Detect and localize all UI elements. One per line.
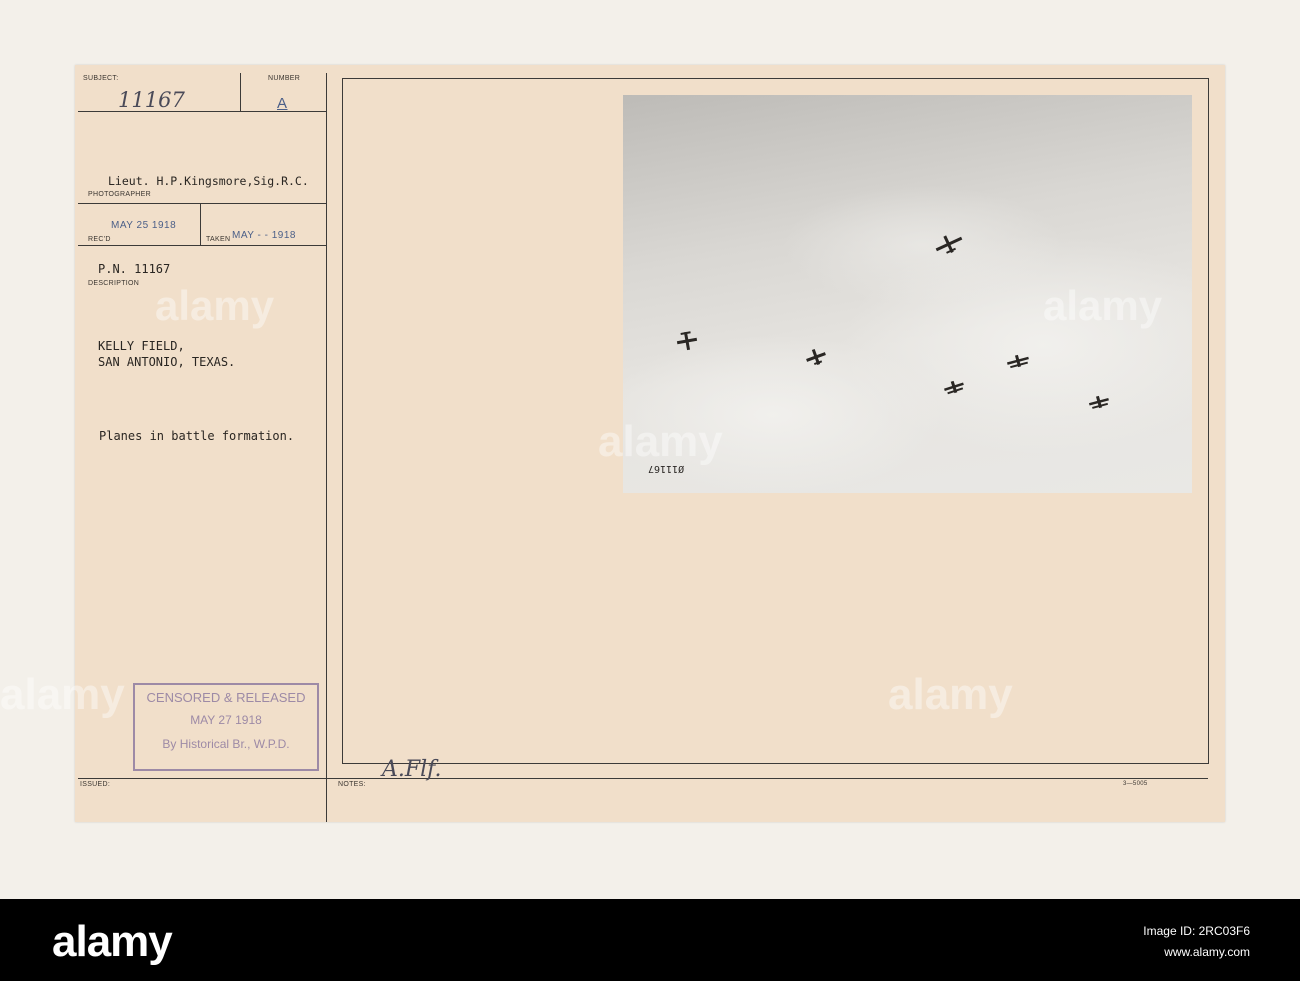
dates-underline <box>78 245 326 246</box>
issued-label: ISSUED: <box>80 781 111 788</box>
watermark: alamy <box>155 282 275 329</box>
censor-stamp: CENSORED & RELEASED MAY 27 1918 By Histo… <box>133 683 319 771</box>
taken-date: MAY - - 1918 <box>232 230 296 241</box>
subject-value: 11167 <box>118 88 185 112</box>
photographer-underline <box>78 203 326 204</box>
subject-number-divider <box>240 73 241 111</box>
date-divider <box>200 203 201 245</box>
notes-frame-right <box>1208 78 1209 763</box>
site-url[interactable]: www.alamy.com <box>1143 942 1250 963</box>
location-line-2: SAN ANTONIO, TEXAS. <box>98 355 236 369</box>
number-label: NUMBER <box>268 75 301 82</box>
bottom-rule <box>78 778 1208 779</box>
taken-label: TAKEN <box>206 236 231 243</box>
notes-frame-left <box>342 78 343 763</box>
description-label: DESCRIPTION <box>88 280 140 287</box>
left-column-divider <box>326 73 327 822</box>
watermark: alamy <box>598 417 723 466</box>
watermark: alamy <box>888 670 1013 719</box>
pn-number: P.N. 11167 <box>98 262 171 276</box>
subject-label: SUBJECT: <box>83 75 119 82</box>
form-number: 3—5005 <box>1123 781 1148 787</box>
alamy-logo: alamy <box>52 917 173 966</box>
photographer-name: Lieut. H.P.Kingsmore,Sig.R.C. <box>108 174 309 188</box>
location-line-1: KELLY FIELD, <box>98 339 185 353</box>
footer-bar: alamy Image ID: 2RC03F6 www.alamy.com <box>0 899 1300 981</box>
notes-label: NOTES: <box>338 781 366 788</box>
notes-handwriting: A.Flf. <box>382 757 442 782</box>
notes-frame-top <box>342 78 1209 79</box>
image-id: Image ID: 2RC03F6 <box>1143 924 1250 938</box>
caption-text: Planes in battle formation. <box>99 429 295 443</box>
censor-line-2: MAY 27 1918 <box>190 713 262 727</box>
number-value: A <box>277 95 288 112</box>
censor-line-1: CENSORED & RELEASED <box>146 690 306 705</box>
watermark: alamy <box>0 670 125 719</box>
recd-date: MAY 25 1918 <box>111 220 177 231</box>
footer-info: Image ID: 2RC03F6 www.alamy.com <box>1143 921 1250 963</box>
recd-label: REC'D <box>88 236 111 243</box>
photographer-label: PHOTOGRAPHER <box>88 191 151 198</box>
watermark: alamy <box>1043 282 1163 329</box>
subject-underline <box>78 111 326 112</box>
notes-frame-bottom <box>342 763 1209 764</box>
censor-line-3: By Historical Br., W.P.D. <box>162 737 290 751</box>
